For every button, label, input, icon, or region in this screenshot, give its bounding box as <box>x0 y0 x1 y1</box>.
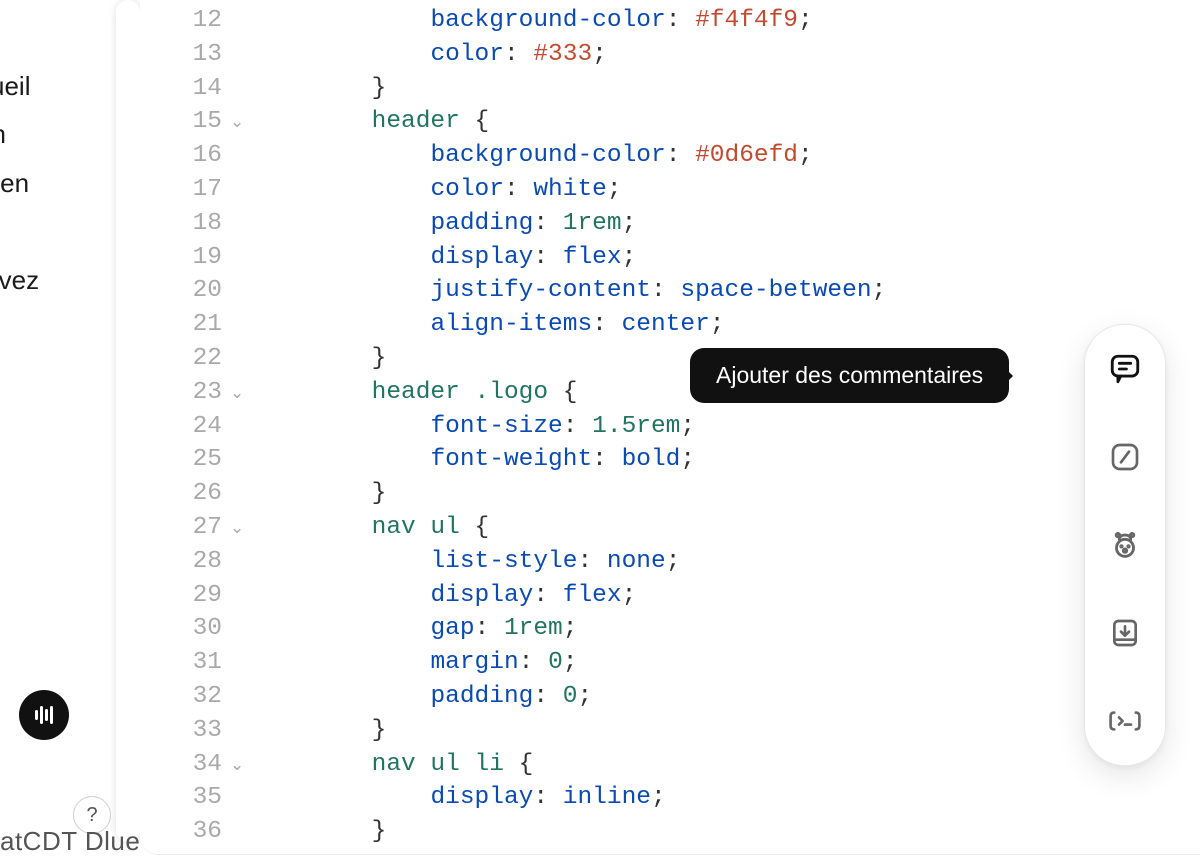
code-content[interactable]: } <box>252 815 386 849</box>
code-line[interactable]: 33 } <box>140 714 1200 748</box>
line-number: 35 <box>140 781 230 815</box>
code-content[interactable]: list-style: none; <box>252 545 680 579</box>
fold-toggle[interactable]: ⌄ <box>230 378 252 412</box>
code-content[interactable]: } <box>252 342 386 376</box>
code-content[interactable]: padding: 0; <box>252 680 592 714</box>
code-content[interactable]: margin: 0; <box>252 646 577 680</box>
panel-divider <box>116 0 140 842</box>
line-number: 12 <box>140 4 230 38</box>
footer-text: atCDT Dlue <box>0 826 140 857</box>
code-content[interactable]: } <box>252 477 386 511</box>
code-content[interactable]: } <box>252 714 386 748</box>
code-content[interactable]: gap: 1rem; <box>252 612 577 646</box>
code-line[interactable]: 28 list-style: none; <box>140 545 1200 579</box>
line-number: 16 <box>140 139 230 173</box>
code-line[interactable]: 35 display: inline; <box>140 781 1200 815</box>
line-number: 19 <box>140 241 230 275</box>
sidebar-item[interactable]: ir ! <box>0 316 116 364</box>
code-line[interactable]: 32 padding: 0; <box>140 680 1200 714</box>
code-block-icon[interactable] <box>1105 701 1145 741</box>
code-content[interactable]: padding: 1rem; <box>252 207 636 241</box>
code-line[interactable]: 14 } <box>140 72 1200 106</box>
line-number: 23 <box>140 376 230 410</box>
line-number: 14 <box>140 72 230 106</box>
code-content[interactable]: color: white; <box>252 173 622 207</box>
line-number: 33 <box>140 714 230 748</box>
code-line[interactable]: 12 background-color: #f4f4f9; <box>140 4 1200 38</box>
code-content[interactable]: header { <box>252 105 489 139</box>
code-line[interactable]: 31 margin: 0; <box>140 646 1200 680</box>
code-content[interactable]: align-items: center; <box>252 308 725 342</box>
sidebar-item[interactable]: s avez <box>0 256 116 304</box>
code-line[interactable]: 29 display: flex; <box>140 579 1200 613</box>
comment-icon[interactable] <box>1105 349 1145 389</box>
code-line[interactable]: 19 display: flex; <box>140 241 1200 275</box>
code-line[interactable]: 17 color: white; <box>140 173 1200 207</box>
line-number: 34 <box>140 748 230 782</box>
code-content[interactable]: display: flex; <box>252 579 636 613</box>
code-line[interactable]: 36 } <box>140 815 1200 849</box>
line-number: 15 <box>140 105 230 139</box>
code-content[interactable]: nav ul li { <box>252 748 533 782</box>
sidebar-item[interactable]: nu en <box>0 159 116 207</box>
line-number: 25 <box>140 443 230 477</box>
tooltip-add-comments: Ajouter des commentaires <box>690 348 1009 403</box>
code-content[interactable]: display: flex; <box>252 241 636 275</box>
line-number: 32 <box>140 680 230 714</box>
line-number: 29 <box>140 579 230 613</box>
line-number: 28 <box>140 545 230 579</box>
code-line[interactable]: 18 padding: 1rem; <box>140 207 1200 241</box>
sidebar-item[interactable]: tion <box>0 110 116 158</box>
line-number: 31 <box>140 646 230 680</box>
code-line[interactable]: 15⌄ header { <box>140 105 1200 139</box>
code-line[interactable]: 25 font-weight: bold; <box>140 443 1200 477</box>
code-content[interactable]: } <box>252 72 386 106</box>
line-number: 22 <box>140 342 230 376</box>
code-line[interactable]: 13 color: #333; <box>140 38 1200 72</box>
line-number: 36 <box>140 815 230 849</box>
slash-icon[interactable] <box>1105 437 1145 477</box>
code-content[interactable]: color: #333; <box>252 38 607 72</box>
code-line[interactable]: 16 background-color: #0d6efd; <box>140 139 1200 173</box>
line-number: 13 <box>140 38 230 72</box>
line-number: 18 <box>140 207 230 241</box>
code-content[interactable]: font-weight: bold; <box>252 443 695 477</box>
fold-toggle[interactable]: ⌄ <box>230 513 252 547</box>
code-line[interactable]: 26 } <box>140 477 1200 511</box>
voice-button[interactable] <box>19 690 69 740</box>
code-line[interactable]: 20 justify-content: space-between; <box>140 274 1200 308</box>
code-line[interactable]: 21 align-items: center; <box>140 308 1200 342</box>
code-content[interactable]: display: inline; <box>252 781 666 815</box>
code-content[interactable]: font-size: 1.5rem; <box>252 410 695 444</box>
sidebar-item[interactable]: ccueil <box>0 62 116 110</box>
line-number: 26 <box>140 477 230 511</box>
book-icon[interactable] <box>1105 613 1145 653</box>
line-number: 30 <box>140 612 230 646</box>
code-line[interactable]: 27⌄ nav ul { <box>140 511 1200 545</box>
code-line[interactable]: 24 font-size: 1.5rem; <box>140 410 1200 444</box>
code-line[interactable]: 30 gap: 1rem; <box>140 612 1200 646</box>
sidebar-item[interactable]: s <box>0 207 116 255</box>
sidebar-item <box>0 304 116 316</box>
line-number: 20 <box>140 274 230 308</box>
bug-icon[interactable] <box>1105 525 1145 565</box>
code-content[interactable]: justify-content: space-between; <box>252 274 886 308</box>
line-number: 27 <box>140 511 230 545</box>
line-number: 17 <box>140 173 230 207</box>
line-number: 21 <box>140 308 230 342</box>
code-line[interactable]: 23⌄ header .logo { <box>140 376 1200 410</box>
line-number: 24 <box>140 410 230 444</box>
fold-toggle[interactable]: ⌄ <box>230 107 252 141</box>
sidebar: ccueil tion nu en s s avez ir ! ? <box>0 0 116 855</box>
sidebar-items: ccueil tion nu en s s avez ir ! <box>0 0 116 364</box>
code-content[interactable]: background-color: #0d6efd; <box>252 139 813 173</box>
right-toolbar <box>1084 324 1166 766</box>
code-content[interactable]: header .logo { <box>252 376 577 410</box>
fold-toggle[interactable]: ⌄ <box>230 750 252 784</box>
code-content[interactable]: nav ul { <box>252 511 489 545</box>
code-content[interactable]: background-color: #f4f4f9; <box>252 4 813 38</box>
code-line[interactable]: 22 } <box>140 342 1200 376</box>
code-line[interactable]: 34⌄ nav ul li { <box>140 748 1200 782</box>
code-editor[interactable]: 12 background-color: #f4f4f9;13 color: #… <box>140 0 1200 855</box>
